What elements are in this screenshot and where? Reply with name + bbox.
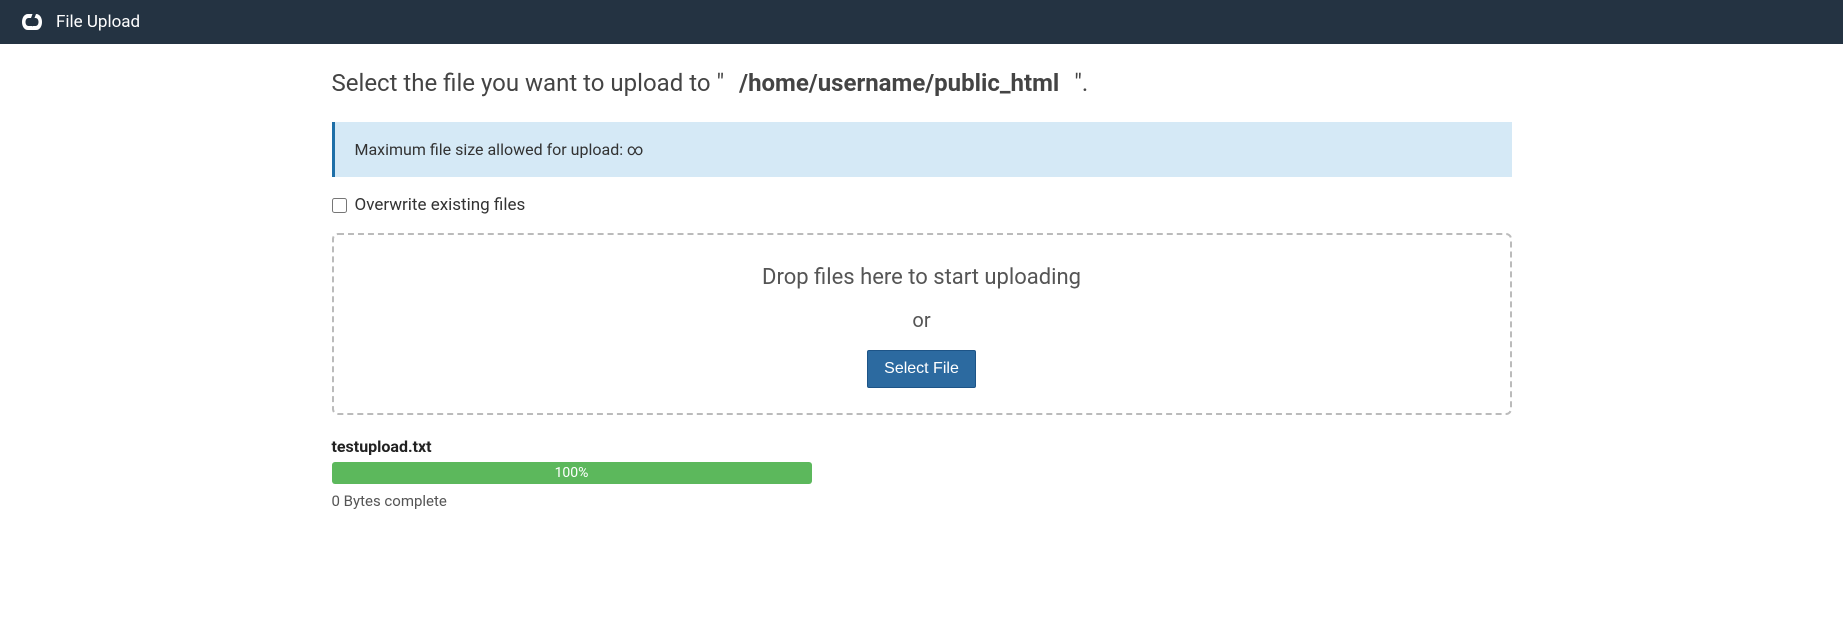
- upload-heading: Select the file you want to upload to "/…: [332, 69, 1512, 97]
- heading-suffix: ".: [1074, 69, 1088, 97]
- select-file-button[interactable]: Select File: [867, 350, 976, 388]
- overwrite-label[interactable]: Overwrite existing files: [355, 195, 526, 215]
- progress-percent: 100%: [555, 465, 589, 481]
- progress-bar: 100%: [332, 462, 812, 484]
- overwrite-row: Overwrite existing files: [332, 195, 1512, 215]
- overwrite-checkbox[interactable]: [332, 198, 347, 213]
- dropzone-or: or: [354, 308, 1490, 332]
- header-title: File Upload: [56, 12, 140, 32]
- info-box: Maximum file size allowed for upload: ∞: [332, 122, 1512, 177]
- app-header: File Upload: [0, 0, 1843, 44]
- dropzone-text: Drop files here to start uploading: [354, 265, 1490, 290]
- upload-path: /home/username/public_html: [724, 69, 1074, 97]
- file-upload-item: testupload.txt 100% 0 Bytes complete: [332, 437, 1512, 510]
- dropzone[interactable]: Drop files here to start uploading or Se…: [332, 233, 1512, 415]
- info-message: Maximum file size allowed for upload: ∞: [355, 140, 644, 159]
- cpanel-logo-icon: [20, 10, 44, 34]
- complete-text: 0 Bytes complete: [332, 492, 1512, 510]
- main-content: Select the file you want to upload to "/…: [312, 44, 1532, 550]
- heading-prefix: Select the file you want to upload to ": [332, 69, 725, 97]
- progress-fill: 100%: [332, 462, 812, 484]
- uploaded-file-name: testupload.txt: [332, 437, 1512, 456]
